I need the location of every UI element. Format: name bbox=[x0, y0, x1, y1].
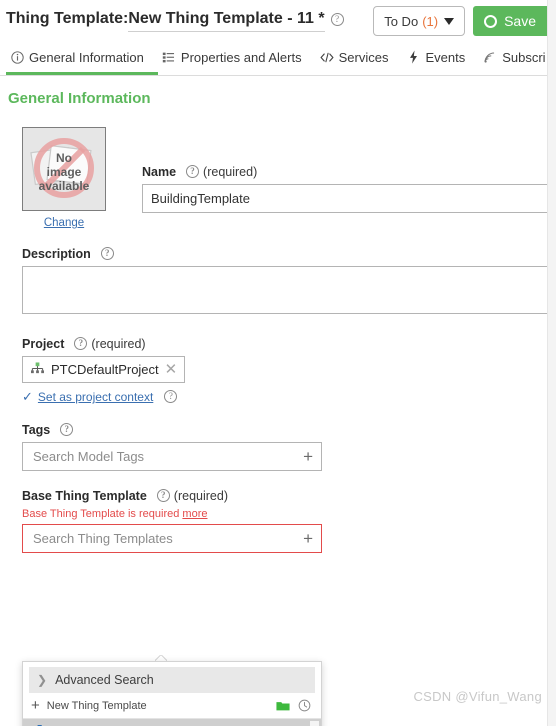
scroll-up-icon[interactable] bbox=[311, 722, 318, 726]
page-scrollbar[interactable] bbox=[547, 0, 556, 726]
svg-text:available: available bbox=[39, 179, 90, 193]
code-icon bbox=[320, 50, 334, 64]
change-image-link[interactable]: Change bbox=[22, 217, 106, 229]
clock-icon[interactable] bbox=[298, 699, 311, 712]
general-information-panel: General Information No image available C… bbox=[0, 76, 556, 726]
image-and-name-row: No image available Change Name ? (requir… bbox=[22, 127, 556, 229]
name-input[interactable] bbox=[142, 184, 556, 213]
todo-count: (1) bbox=[422, 13, 439, 29]
new-thing-template-row[interactable]: + New Thing Template bbox=[23, 693, 321, 719]
section-title: General Information bbox=[8, 90, 151, 107]
help-icon[interactable]: ? bbox=[60, 422, 74, 436]
info-icon bbox=[10, 50, 24, 64]
tab-subscriptions[interactable]: Subscri bbox=[479, 42, 556, 75]
validation-error-message: Base Thing Template is required more bbox=[22, 508, 556, 520]
page-header: Thing Template: New Thing Template - 11 … bbox=[0, 0, 556, 42]
help-icon[interactable]: ? bbox=[74, 336, 88, 350]
check-icon: ✓ bbox=[22, 389, 33, 404]
help-icon[interactable]: ? bbox=[330, 13, 344, 26]
project-chip-label: PTCDefaultProject bbox=[51, 362, 159, 377]
project-icon bbox=[30, 361, 45, 378]
description-field-group: Description ? bbox=[22, 246, 556, 319]
help-icon[interactable]: ? bbox=[100, 246, 114, 260]
help-icon[interactable]: ? bbox=[156, 488, 170, 502]
base-thing-template-label: Base Thing Template ? (required) bbox=[22, 488, 556, 503]
list-icon bbox=[162, 50, 176, 64]
new-thing-template-label: New Thing Template bbox=[46, 699, 147, 712]
advanced-search-row[interactable]: ❯ Advanced Search bbox=[29, 667, 315, 693]
todo-label: To Do bbox=[384, 13, 419, 29]
description-textarea[interactable] bbox=[22, 266, 556, 314]
plus-icon[interactable]: + bbox=[297, 530, 313, 547]
list-item[interactable]: GenericThing bbox=[23, 719, 321, 726]
bolt-icon bbox=[406, 50, 420, 64]
advanced-search-label: Advanced Search bbox=[55, 673, 154, 687]
project-required-text: (required) bbox=[91, 337, 146, 351]
rss-icon bbox=[483, 50, 497, 64]
page-title-label: Thing Template: bbox=[6, 10, 129, 27]
name-required-text: (required) bbox=[203, 165, 258, 179]
project-field-group: Project ? (required) PTCDefaultProject ✕… bbox=[22, 336, 556, 405]
tags-label-text: Tags bbox=[22, 423, 51, 437]
name-label: Name ? (required) bbox=[142, 164, 556, 179]
base-thing-template-required-text: (required) bbox=[173, 489, 228, 503]
header-actions: To Do (1) Save bbox=[373, 6, 550, 36]
tags-field-group: Tags ? + bbox=[22, 422, 556, 471]
no-image-available-thumbnail: No image available bbox=[22, 127, 106, 211]
set-as-project-context: ✓ Set as project context ? bbox=[22, 389, 556, 405]
page-title-value[interactable]: New Thing Template - 11 * bbox=[128, 10, 325, 32]
base-thing-template-search-box[interactable]: + bbox=[22, 524, 322, 553]
name-label-text: Name bbox=[142, 165, 177, 179]
save-ring-icon bbox=[484, 14, 498, 28]
base-thing-template-search-input[interactable] bbox=[31, 530, 298, 547]
help-icon[interactable]: ? bbox=[186, 164, 200, 178]
tags-search-box[interactable]: + bbox=[22, 442, 322, 471]
save-button-label: Save bbox=[504, 13, 536, 29]
tab-label: Properties and Alerts bbox=[180, 49, 302, 65]
tab-services[interactable]: Services bbox=[316, 42, 403, 75]
tab-label: Events bbox=[425, 49, 466, 65]
tab-general-information[interactable]: General Information bbox=[6, 42, 158, 75]
svg-text:No: No bbox=[56, 151, 72, 165]
base-thing-template-label-text: Base Thing Template bbox=[22, 489, 147, 503]
tab-label: Services bbox=[338, 49, 389, 65]
close-icon[interactable]: ✕ bbox=[165, 362, 178, 377]
plus-icon[interactable]: + bbox=[297, 448, 313, 465]
help-icon[interactable]: ? bbox=[164, 389, 178, 403]
project-label-text: Project bbox=[22, 337, 65, 351]
watermark: CSDN @Vifun_Wang bbox=[413, 689, 542, 704]
plus-icon: + bbox=[31, 697, 40, 714]
validation-error-text: Base Thing Template is required bbox=[22, 508, 180, 520]
tags-label: Tags ? bbox=[22, 422, 556, 437]
description-label-text: Description bbox=[22, 247, 91, 261]
tab-label: Subscri bbox=[502, 49, 546, 65]
tab-bar: General Information Properties and Alert… bbox=[0, 42, 556, 76]
save-button[interactable]: Save bbox=[473, 6, 550, 36]
description-label: Description ? bbox=[22, 246, 556, 261]
validation-error-more-link[interactable]: more bbox=[182, 508, 207, 520]
todo-dropdown-button[interactable]: To Do (1) bbox=[373, 6, 466, 36]
tab-label: General Information bbox=[29, 49, 144, 65]
project-chip[interactable]: PTCDefaultProject ✕ bbox=[22, 356, 186, 383]
tags-search-input[interactable] bbox=[31, 448, 298, 465]
svg-text:image: image bbox=[47, 165, 82, 179]
base-thing-template-field-group: Base Thing Template ? (required) Base Th… bbox=[22, 488, 556, 553]
thing-template-list: GenericThing AnalyticsGateway AnalyticsJ… bbox=[23, 719, 321, 726]
thing-template-dropdown: ❯ Advanced Search + New Thing Template G… bbox=[22, 661, 322, 726]
name-field-group: Name ? (required) bbox=[142, 127, 556, 213]
chevron-right-icon: ❯ bbox=[37, 673, 48, 687]
set-as-project-context-link[interactable]: Set as project context bbox=[38, 390, 153, 404]
tab-events[interactable]: Events bbox=[402, 42, 479, 75]
project-label: Project ? (required) bbox=[22, 336, 556, 351]
folder-icon[interactable] bbox=[276, 700, 290, 712]
chevron-down-icon bbox=[444, 17, 455, 25]
page-title: Thing Template: New Thing Template - 11 … bbox=[6, 10, 344, 32]
tab-properties-and-alerts[interactable]: Properties and Alerts bbox=[158, 42, 316, 75]
